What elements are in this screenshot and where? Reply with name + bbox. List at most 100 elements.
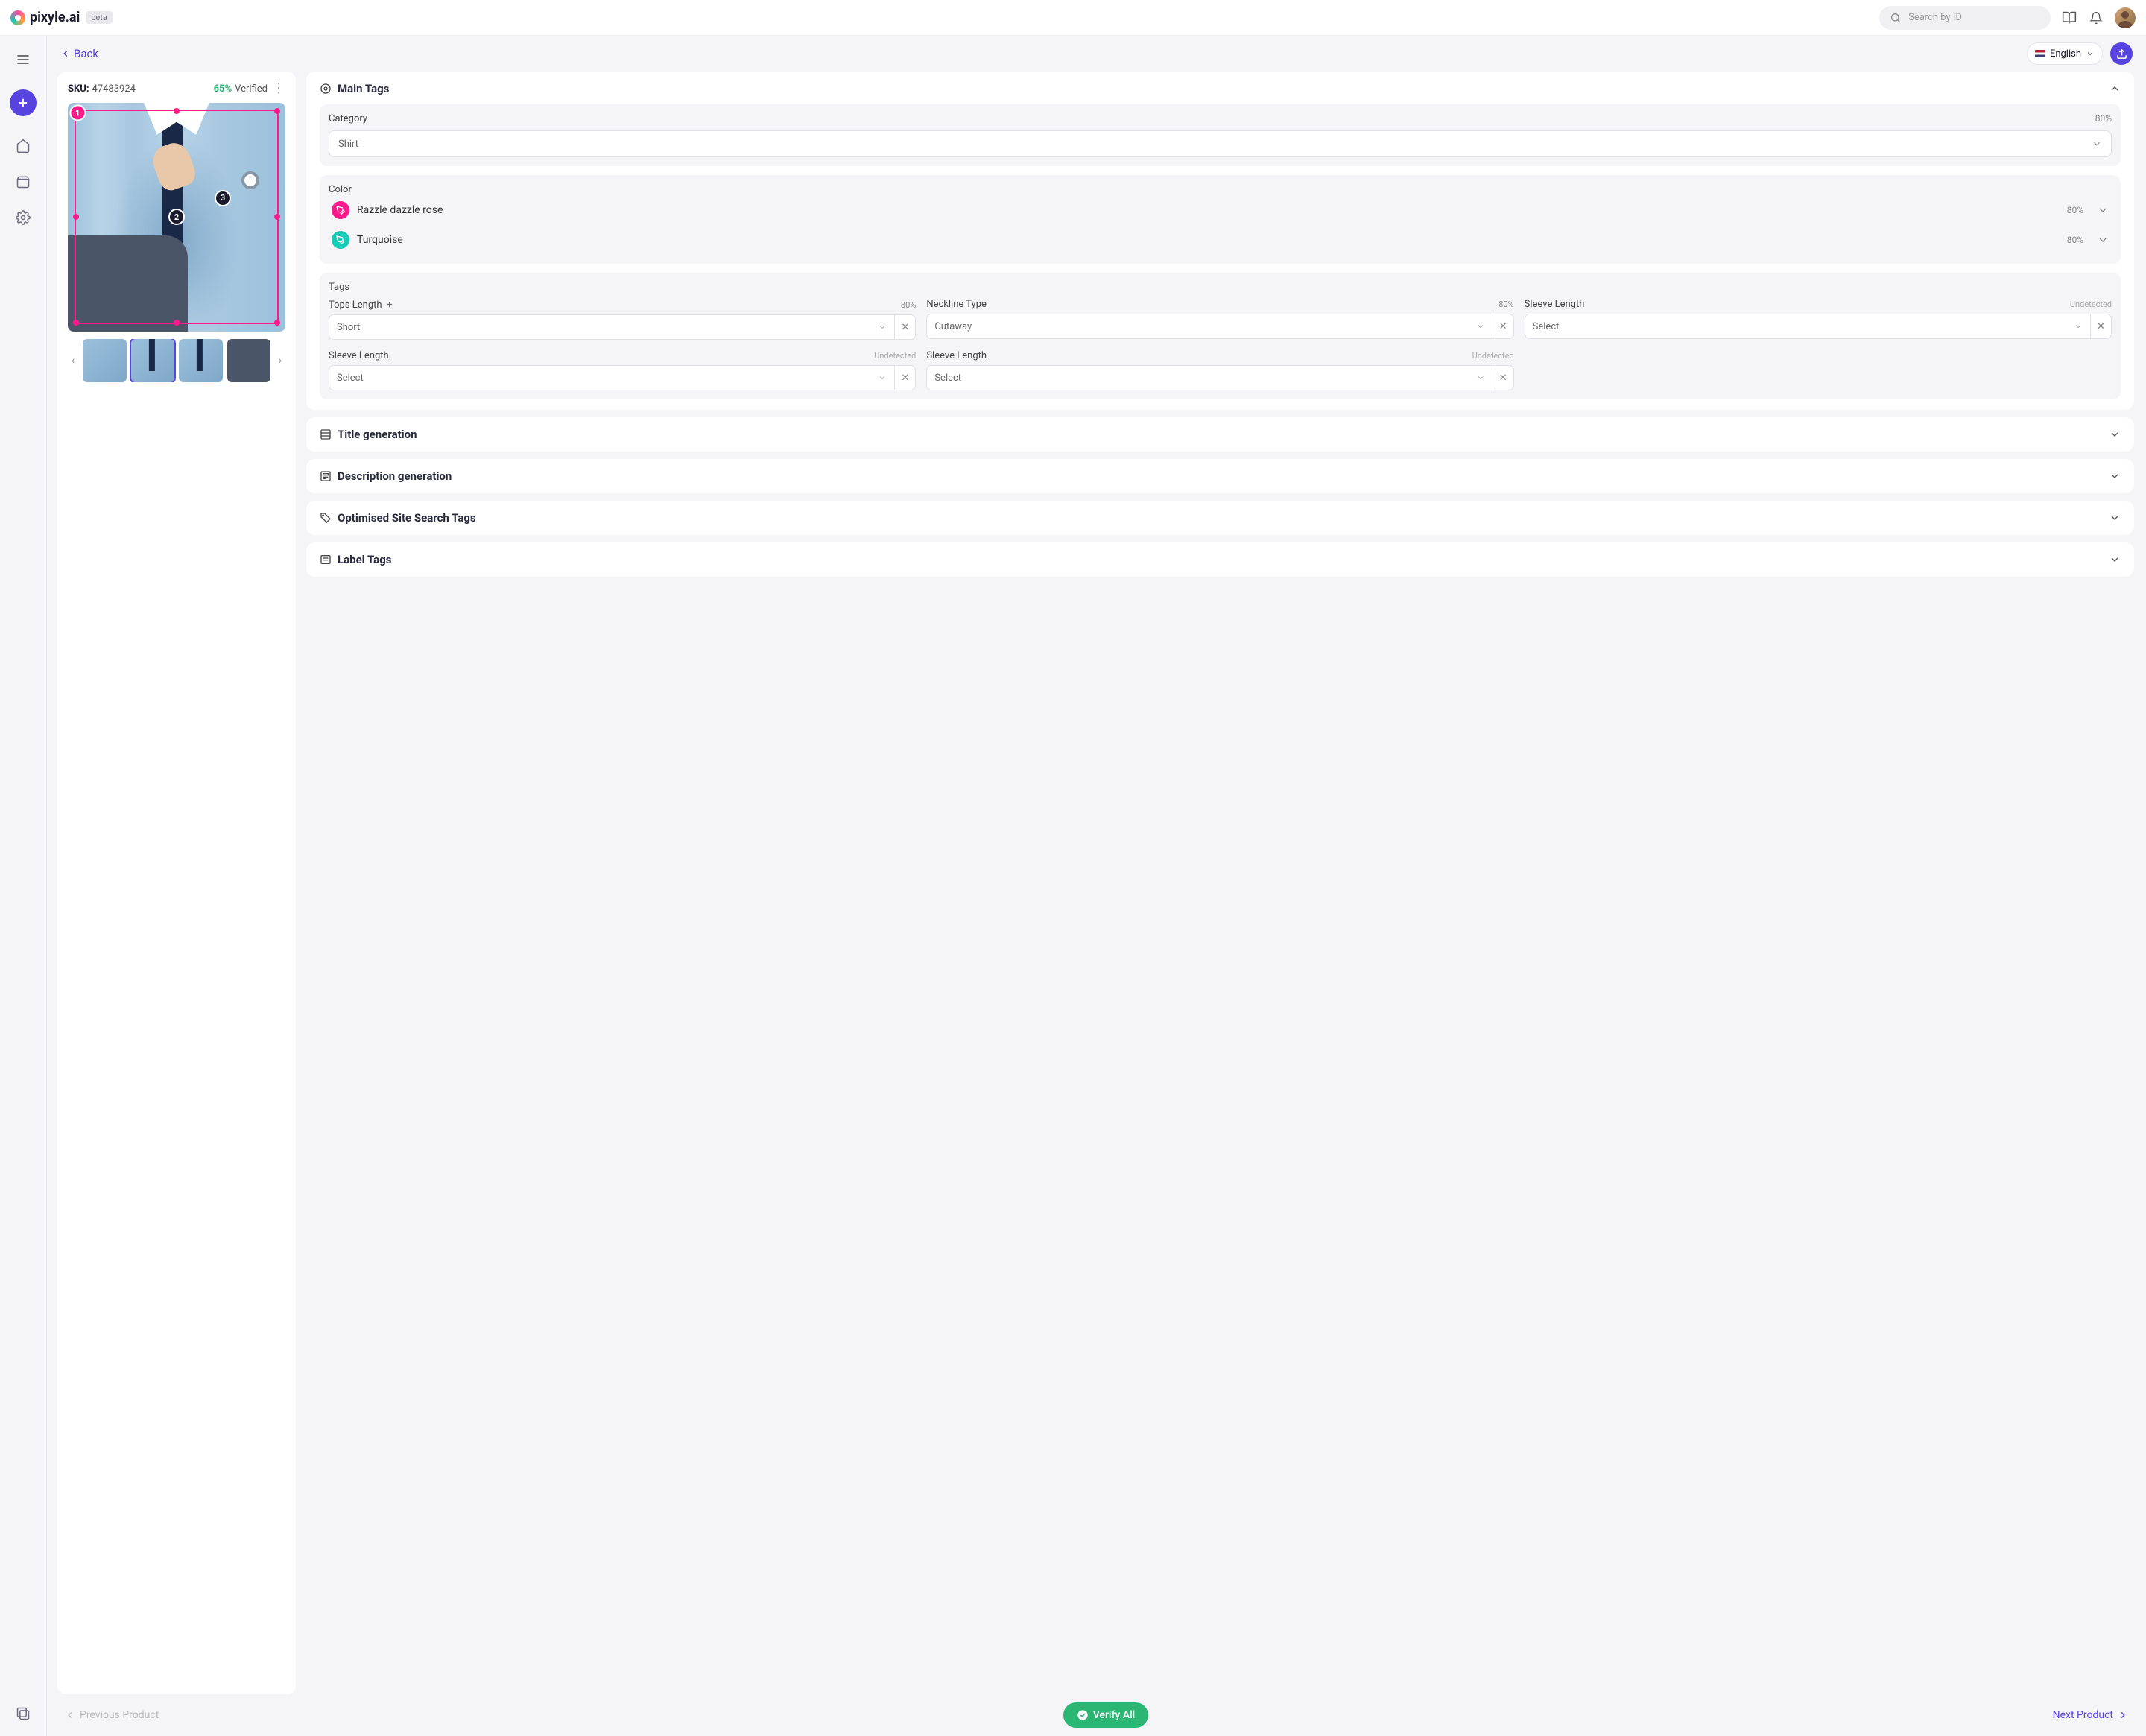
chevron-down-icon	[2074, 322, 2083, 331]
chevron-down-icon	[2086, 49, 2095, 58]
bell-icon[interactable]	[2088, 10, 2104, 26]
tag-select[interactable]: Short	[329, 314, 895, 340]
tag-item: Sleeve Length Undetected Select ✕	[1525, 299, 2112, 340]
chevron-down-icon	[878, 373, 887, 382]
tag-label: Sleeve Length	[1525, 299, 1585, 310]
next-product-button[interactable]: Next Product	[2053, 1709, 2128, 1721]
tag-select[interactable]: Select	[1525, 314, 2091, 339]
remove-tag-button[interactable]: ✕	[895, 365, 916, 390]
code-icon[interactable]	[11, 1702, 35, 1726]
remove-tag-button[interactable]: ✕	[1493, 365, 1514, 390]
menu-icon[interactable]	[11, 48, 35, 72]
tag-item: Neckline Type80%Cutaway ✕	[926, 299, 1513, 340]
thumbnail-4[interactable]	[227, 339, 271, 383]
tag-label: Sleeve Length	[926, 350, 987, 361]
box-icon[interactable]	[11, 170, 35, 194]
logo[interactable]: pixyle.ai beta	[10, 10, 113, 25]
thumbnail-3[interactable]	[179, 339, 223, 383]
tag-icon	[320, 83, 332, 95]
header: pixyle.ai beta	[0, 0, 2146, 36]
thumb-prev[interactable]: ‹	[68, 355, 78, 367]
back-button[interactable]: Back	[60, 47, 98, 60]
product-image[interactable]: 1 2 3	[68, 103, 285, 332]
tag-select[interactable]: Cutaway	[926, 314, 1493, 339]
handle-tm[interactable]	[174, 108, 180, 114]
chevron-down-icon	[2092, 139, 2102, 149]
color-name: Razzle dazzle rose	[357, 204, 443, 216]
title-gen-icon	[320, 428, 332, 440]
category-pct: 80%	[2095, 113, 2112, 124]
flag-icon	[2035, 50, 2045, 57]
back-label: Back	[74, 47, 98, 60]
chevron-down-icon	[2097, 204, 2109, 216]
color-item[interactable]: Razzle dazzle rose 80%	[329, 195, 2112, 225]
undetected-label: Undetected	[874, 351, 916, 361]
thumbnail-1[interactable]	[83, 339, 127, 383]
marker-2[interactable]: 2	[168, 209, 185, 225]
label-tags-icon	[320, 554, 332, 566]
chevron-down-icon	[1476, 373, 1485, 382]
add-tag-icon[interactable]: +	[387, 299, 393, 311]
search-tags-section[interactable]: Optimised Site Search Tags	[306, 501, 2134, 535]
tag-select[interactable]: Select	[926, 365, 1493, 390]
color-label: Color	[329, 184, 352, 195]
marker-1[interactable]: 1	[69, 105, 86, 121]
language-select[interactable]: English	[2027, 42, 2103, 65]
search-input[interactable]	[1908, 12, 2042, 23]
avatar[interactable]	[2115, 7, 2136, 28]
remove-tag-button[interactable]: ✕	[2091, 314, 2112, 339]
handle-ml[interactable]	[73, 214, 79, 220]
chevron-down-icon	[2097, 234, 2109, 246]
tag-pct: 80%	[901, 300, 916, 310]
tags-label: Tags	[329, 282, 349, 293]
logo-mark-icon	[10, 10, 25, 25]
color-swatch-icon	[332, 231, 349, 249]
sku-value: 47483924	[92, 83, 136, 95]
thumbnail-2[interactable]	[131, 339, 175, 383]
tag-select[interactable]: Select	[329, 365, 895, 390]
remove-tag-button[interactable]: ✕	[1493, 314, 1514, 339]
tag-item: Sleeve Length Undetected Select ✕	[926, 350, 1513, 390]
chevron-down-icon	[2109, 428, 2121, 440]
label-tags-section[interactable]: Label Tags	[306, 542, 2134, 577]
logo-text: pixyle.ai	[30, 10, 80, 25]
main-tags-header[interactable]: Main Tags	[320, 82, 2121, 95]
category-select[interactable]: Shirt	[329, 130, 2112, 157]
add-button[interactable]	[10, 89, 37, 116]
chevron-down-icon	[878, 323, 887, 332]
title-generation-section[interactable]: Title generation	[306, 417, 2134, 452]
color-block: Color Razzle dazzle rose 80% Turquoise 8…	[320, 175, 2121, 264]
book-icon[interactable]	[2061, 10, 2077, 26]
marker-3[interactable]: 3	[215, 190, 231, 206]
tag-item: Tops Length+80%Short ✕	[329, 299, 916, 340]
upload-button[interactable]	[2110, 42, 2133, 65]
check-circle-icon	[1077, 1709, 1089, 1721]
color-swatch-icon	[332, 201, 349, 219]
undetected-label: Undetected	[2070, 300, 2112, 309]
footer: Previous Product Verify All Next Product	[47, 1694, 2146, 1736]
color-name: Turquoise	[357, 234, 403, 246]
beta-badge: beta	[86, 11, 113, 24]
color-pct: 80%	[2067, 205, 2083, 215]
undetected-label: Undetected	[1472, 351, 1514, 361]
search-icon	[1888, 10, 1902, 26]
tag-label: Neckline Type	[926, 299, 987, 310]
thumb-next[interactable]: ›	[275, 355, 285, 367]
home-icon[interactable]	[11, 134, 35, 158]
sidebar	[0, 36, 47, 1736]
prev-product-button: Previous Product	[65, 1709, 159, 1721]
more-icon[interactable]: ⋮	[272, 82, 285, 95]
color-pct: 80%	[2067, 235, 2083, 245]
thumbnails: ‹ ›	[68, 339, 285, 383]
search-input-wrapper[interactable]	[1879, 6, 2051, 30]
language-label: English	[2050, 48, 2081, 60]
description-generation-section[interactable]: Description generation	[306, 459, 2134, 493]
gear-icon[interactable]	[11, 206, 35, 229]
tag-item: Sleeve Length Undetected Select ✕	[329, 350, 916, 390]
tag-label: Sleeve Length	[329, 350, 389, 361]
remove-tag-button[interactable]: ✕	[895, 314, 916, 340]
verify-all-button[interactable]: Verify All	[1063, 1702, 1148, 1728]
color-item[interactable]: Turquoise 80%	[329, 225, 2112, 255]
toolbar: Back English	[47, 36, 2146, 72]
chevron-down-icon	[1476, 322, 1485, 331]
